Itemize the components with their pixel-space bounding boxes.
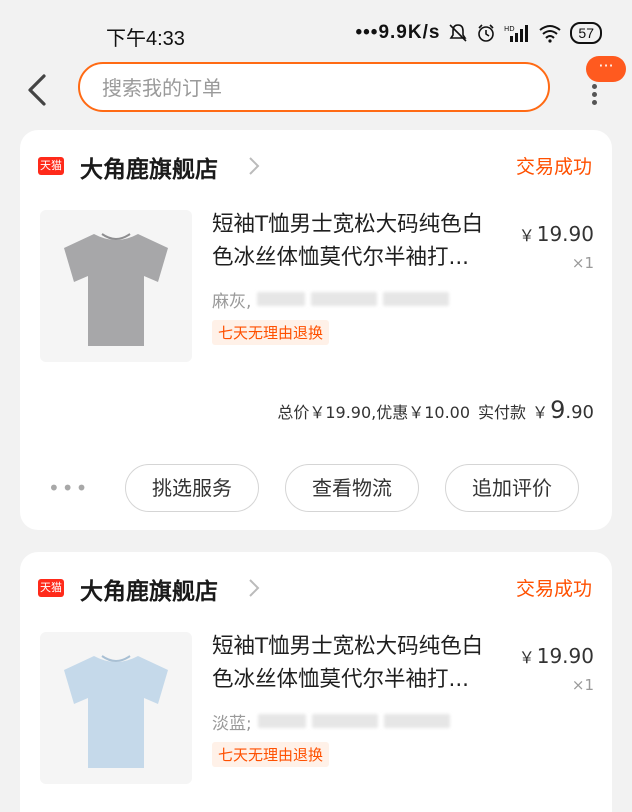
order-status: 交易成功 [515, 156, 592, 178]
product-sku: 淡蓝; [212, 708, 450, 734]
chevron-left-icon [28, 74, 46, 106]
chevron-right-icon [249, 157, 260, 175]
product-quantity: ×1 [571, 254, 594, 272]
svg-text:HD: HD [504, 25, 515, 33]
status-bar: 下午4:33 •••9.9K/s HD 57 [0, 0, 632, 56]
total-text: 总价￥19.90,优惠￥10.00 [277, 403, 471, 422]
more-dot [592, 84, 597, 89]
search-box[interactable] [78, 62, 550, 112]
product-price: ￥ 19.90 [518, 644, 594, 668]
blurred-sku [383, 292, 450, 306]
shop-row[interactable]: 天猫 大角鹿旗舰店 交易成功 [20, 148, 612, 184]
paid-label: 实付款 [478, 403, 527, 422]
blurred-sku [311, 714, 378, 728]
network-speed: •••9.9K/s [355, 22, 441, 43]
tmall-logo: 天猫 [38, 157, 64, 175]
add-review-button[interactable]: 追加评价 [445, 464, 579, 512]
status-icons: •••9.9K/s HD 57 [355, 22, 602, 44]
product-image[interactable] [40, 632, 192, 784]
hd-signal-icon: HD [504, 25, 529, 42]
blurred-sku [257, 714, 306, 728]
paid-amount-int: 9 [550, 396, 566, 424]
product-sku: 麻灰, [212, 286, 450, 312]
product-quantity: ×1 [571, 676, 594, 694]
header: ··· [0, 56, 632, 126]
shop-name[interactable]: 大角鹿旗舰店 [80, 572, 218, 606]
blurred-sku [257, 292, 306, 306]
message-badge[interactable]: ··· [586, 56, 626, 82]
product-row[interactable]: 短袖T恤男士宽松大码纯色白色冰丝体恤莫代尔半袖打... 麻灰, 七天无理由退换 … [20, 210, 612, 370]
order-total: 总价￥19.90,优惠￥10.00 实付款 ￥ 9 .90 [277, 396, 594, 424]
blurred-sku [311, 292, 378, 306]
order-card: 天猫 大角鹿旗舰店 交易成功 短袖T恤男士宽松大码纯色白色冰丝体恤莫代尔半袖打.… [20, 130, 612, 530]
return-policy-tag: 七天无理由退换 [212, 742, 330, 767]
price-value: 19.90 [536, 222, 594, 246]
more-actions-button[interactable]: ••• [48, 476, 89, 500]
chevron-right-icon [249, 579, 260, 597]
tmall-logo: 天猫 [38, 579, 64, 597]
price-value: 19.90 [536, 644, 594, 668]
shop-row[interactable]: 天猫 大角鹿旗舰店 交易成功 [20, 570, 612, 606]
sku-text: 麻灰, [212, 291, 252, 312]
search-input[interactable] [100, 64, 524, 112]
product-price: ￥ 19.90 [518, 222, 594, 246]
back-button[interactable] [22, 70, 52, 110]
shop-name[interactable]: 大角鹿旗舰店 [80, 150, 218, 184]
alarm-icon [478, 24, 495, 42]
tshirt-gray-image [64, 233, 168, 346]
mute-bell-icon [449, 24, 467, 42]
tshirt-blue-image [64, 655, 168, 768]
view-logistics-button[interactable]: 查看物流 [285, 464, 419, 512]
return-policy-tag: 七天无理由退换 [212, 320, 330, 345]
product-image[interactable] [40, 210, 192, 362]
action-row: ••• 挑选服务 查看物流 追加评价 [20, 464, 612, 512]
order-card: 天猫 大角鹿旗舰店 交易成功 短袖T恤男士宽松大码纯色白色冰丝体恤莫代尔半袖打.… [20, 552, 612, 812]
more-dot [592, 92, 597, 97]
product-row[interactable]: 短袖T恤男士宽松大码纯色白色冰丝体恤莫代尔半袖打... 淡蓝; 七天无理由退换 … [20, 632, 612, 792]
product-title[interactable]: 短袖T恤男士宽松大码纯色白色冰丝体恤莫代尔半袖打... [212, 630, 494, 696]
status-time: 下午4:33 [106, 28, 185, 50]
battery-icon: 57 [570, 22, 602, 44]
wifi-icon [539, 25, 562, 43]
more-dot [592, 100, 597, 105]
paid-amount-dec: .90 [565, 402, 594, 423]
order-status: 交易成功 [515, 578, 592, 600]
sku-text: 淡蓝; [212, 713, 252, 734]
blurred-sku [383, 714, 450, 728]
select-service-button[interactable]: 挑选服务 [125, 464, 259, 512]
paid-currency: ￥ [532, 403, 549, 422]
more-menu-button[interactable] [584, 82, 604, 105]
product-title[interactable]: 短袖T恤男士宽松大码纯色白色冰丝体恤莫代尔半袖打... [212, 208, 494, 274]
